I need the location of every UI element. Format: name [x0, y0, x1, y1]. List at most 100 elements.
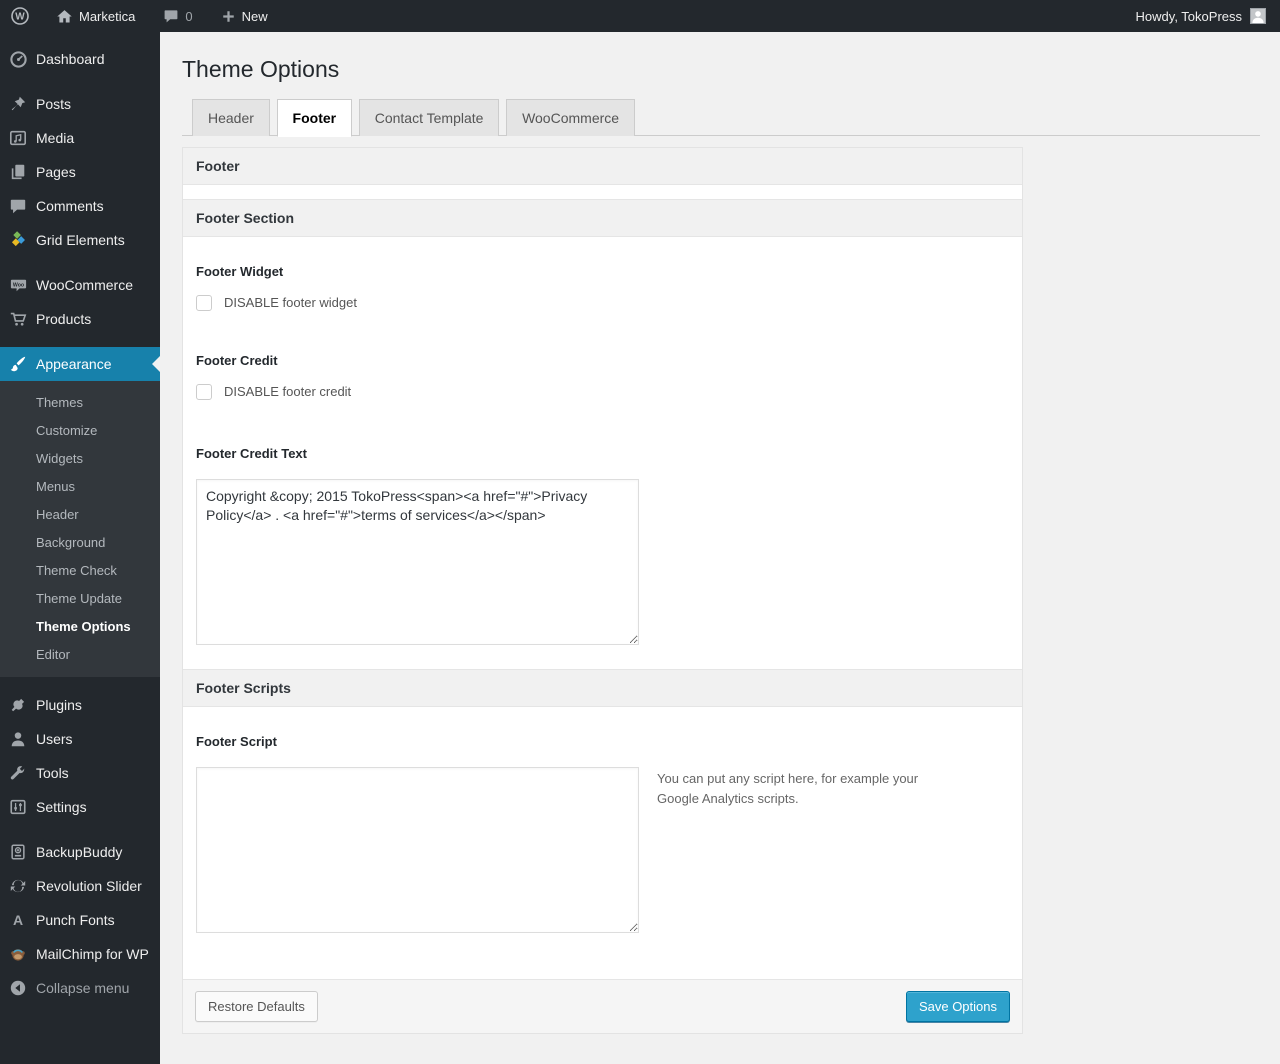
sidebar-item-label: Revolution Slider	[36, 878, 142, 894]
sidebar-item-plugins[interactable]: Plugins	[0, 688, 160, 722]
sidebar-item-label: Users	[36, 731, 73, 747]
home-icon	[56, 8, 73, 25]
submenu-item-background[interactable]: Background	[0, 528, 160, 556]
sidebar-item-woocommerce[interactable]: Woo WooCommerce	[0, 268, 160, 302]
svg-text:W: W	[15, 12, 25, 23]
sidebar-item-label: BackupBuddy	[36, 844, 123, 860]
submenu-item-themes[interactable]: Themes	[0, 388, 160, 416]
comment-bubble-icon	[163, 8, 179, 24]
settings-sliders-icon	[8, 797, 28, 817]
admin-footer: Thank you for creating with WordPress. V…	[182, 1034, 1260, 1064]
sidebar-item-tools[interactable]: Tools	[0, 756, 160, 790]
footer-script-input[interactable]	[196, 766, 639, 933]
sidebar-item-label: MailChimp for WP	[36, 946, 149, 962]
sidebar-item-revolution-slider[interactable]: Revolution Slider	[0, 869, 160, 903]
sidebar-item-users[interactable]: Users	[0, 722, 160, 756]
sidebar-item-label: Settings	[36, 799, 87, 815]
admin-bar: W Marketica 0 New Howdy, TokoPress	[0, 0, 1280, 32]
collapse-menu-button[interactable]: Collapse menu	[0, 971, 160, 1005]
page-title: Theme Options	[182, 56, 340, 82]
sidebar-item-label: Plugins	[36, 697, 82, 713]
admin-bar-account[interactable]: Howdy, TokoPress	[1136, 8, 1280, 24]
sidebar-item-label: Dashboard	[36, 51, 105, 67]
site-name: Marketica	[79, 8, 136, 24]
sidebar-item-comments[interactable]: Comments	[0, 189, 160, 223]
footer-credit-checkbox-label: DISABLE footer credit	[224, 384, 352, 400]
sidebar-item-grid-elements[interactable]: Grid Elements	[0, 223, 160, 257]
submenu-item-theme-update[interactable]: Theme Update	[0, 584, 160, 612]
admin-bar-site-link[interactable]: Marketica	[46, 0, 145, 32]
sidebar-item-backupbuddy[interactable]: BackupBuddy	[0, 835, 160, 869]
submenu-item-editor[interactable]: Editor	[0, 640, 160, 668]
submenu-item-widgets[interactable]: Widgets	[0, 444, 160, 472]
submenu-item-theme-options[interactable]: Theme Options	[0, 612, 160, 640]
avatar	[1250, 8, 1266, 24]
sidebar-item-mailchimp[interactable]: MailChimp for WP	[0, 937, 160, 971]
sidebar-item-appearance[interactable]: Appearance	[0, 347, 160, 381]
submenu-item-header[interactable]: Header	[0, 500, 160, 528]
footer-section-header: Footer Section	[183, 198, 1022, 237]
restore-defaults-button[interactable]: Restore Defaults	[195, 990, 318, 1022]
dashboard-icon	[8, 49, 28, 69]
howdy-text: Howdy, TokoPress	[1135, 8, 1242, 24]
sidebar-item-label: Posts	[36, 96, 72, 112]
sidebar-item-label: Pages	[36, 164, 76, 180]
cart-icon	[8, 309, 28, 329]
tab-footer[interactable]: Footer	[276, 98, 353, 138]
admin-bar-comments[interactable]: 0	[153, 0, 202, 32]
sidebar-item-label: Punch Fonts	[36, 912, 115, 928]
tab-header[interactable]: Header	[192, 98, 270, 137]
footer-options-panel: Footer Footer Section Footer Widget DISA…	[182, 146, 1023, 1034]
media-icon	[8, 128, 28, 148]
backup-icon	[8, 842, 28, 862]
submenu-item-theme-check[interactable]: Theme Check	[0, 556, 160, 584]
sidebar-item-media[interactable]: Media	[0, 121, 160, 155]
submenu-item-customize[interactable]: Customize	[0, 416, 160, 444]
appearance-submenu: Themes Customize Widgets Menus Header Ba…	[0, 381, 160, 677]
admin-sidebar: Dashboard Posts Media Pages Comments Gri…	[0, 32, 160, 1064]
comments-icon	[8, 196, 28, 216]
sidebar-item-label: WooCommerce	[36, 277, 133, 293]
footer-widget-checkbox-label: DISABLE footer widget	[224, 295, 357, 311]
sidebar-item-label: Collapse menu	[36, 980, 130, 996]
wordpress-logo-icon: W	[10, 6, 30, 26]
footer-scripts-header: Footer Scripts	[183, 668, 1022, 707]
panel-title: Footer	[183, 147, 1022, 185]
footer-widget-checkbox[interactable]	[196, 294, 212, 311]
panel-spacer	[183, 184, 1022, 199]
grid-elements-icon	[8, 230, 28, 250]
panel-action-bar: Restore Defaults Save Options	[183, 978, 1022, 1033]
sidebar-item-settings[interactable]: Settings	[0, 790, 160, 824]
sidebar-item-products[interactable]: Products	[0, 302, 160, 336]
submenu-item-menus[interactable]: Menus	[0, 472, 160, 500]
sidebar-item-label: Grid Elements	[36, 232, 125, 248]
wrench-icon	[8, 763, 28, 783]
comment-count: 0	[185, 8, 193, 24]
footer-credit-text-input[interactable]: Copyright &copy; 2015 TokoPress<span><a …	[196, 478, 639, 645]
footer-credit-text-label: Footer Credit Text	[196, 445, 307, 461]
sidebar-item-pages[interactable]: Pages	[0, 155, 160, 189]
footer-section-body: Footer Widget DISABLE footer widget Foot…	[183, 236, 1022, 669]
user-icon	[8, 729, 28, 749]
sidebar-item-dashboard[interactable]: Dashboard	[0, 42, 160, 76]
mailchimp-monkey-icon	[8, 944, 28, 964]
footer-widget-label: Footer Widget	[196, 263, 284, 279]
sidebar-item-label: Comments	[36, 198, 104, 214]
pages-icon	[8, 162, 28, 182]
footer-script-label: Footer Script	[196, 733, 277, 749]
refresh-icon	[8, 876, 28, 896]
footer-credit-label: Footer Credit	[196, 352, 278, 368]
appearance-brush-icon	[8, 354, 28, 374]
letter-a-icon: A	[12, 912, 24, 928]
save-options-button[interactable]: Save Options	[905, 990, 1010, 1022]
tab-woocommerce[interactable]: WooCommerce	[506, 98, 636, 137]
collapse-arrow-icon	[8, 978, 28, 998]
admin-bar-new-button[interactable]: New	[211, 0, 278, 32]
wordpress-logo-menu[interactable]: W	[0, 0, 40, 32]
plugin-icon	[8, 695, 28, 715]
plus-icon	[221, 9, 236, 24]
sidebar-item-punch-fonts[interactable]: A Punch Fonts	[0, 903, 160, 937]
footer-credit-checkbox[interactable]	[196, 383, 212, 400]
tab-contact-template[interactable]: Contact Template	[358, 98, 500, 137]
sidebar-item-posts[interactable]: Posts	[0, 87, 160, 121]
